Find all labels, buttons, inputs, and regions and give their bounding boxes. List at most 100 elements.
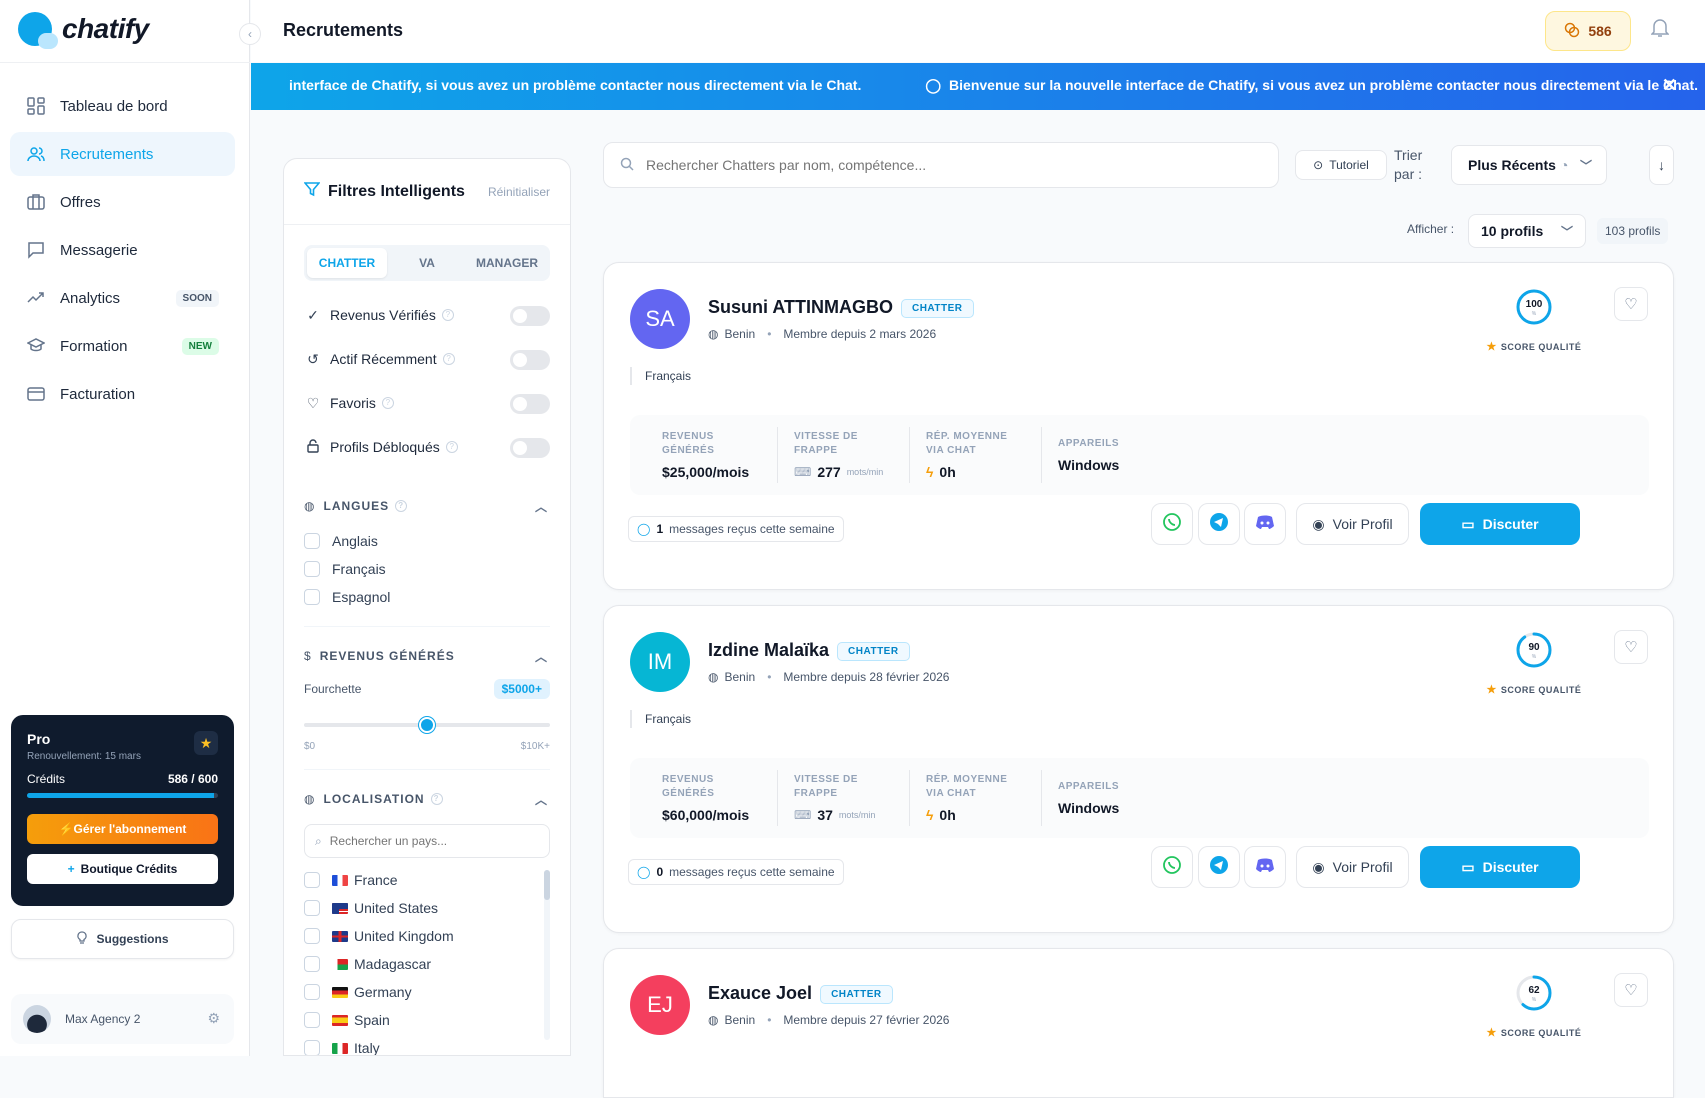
sidebar-item-messaging[interactable]: Messagerie <box>10 228 235 272</box>
heart-icon: ♡ <box>306 394 320 411</box>
heart-icon: ♡ <box>1624 982 1638 999</box>
checkbox[interactable] <box>304 956 320 972</box>
checkbox[interactable] <box>304 900 320 916</box>
chat-label: Discuter <box>1482 859 1539 875</box>
check-circle-icon: ✓ <box>307 306 319 323</box>
whatsapp-button[interactable] <box>1151 503 1193 545</box>
profile-name[interactable]: Exauce Joel <box>708 983 812 1003</box>
verified-revenue-switch[interactable] <box>510 306 550 326</box>
checkbox[interactable] <box>304 1012 320 1028</box>
language-option[interactable]: Français <box>284 555 570 583</box>
svg-text:%: % <box>1532 997 1537 1003</box>
page-size-select[interactable]: 10 profils ﹀ <box>1468 214 1586 248</box>
plan-card: Pro Renouvellement: 15 mars ★ Crédits 58… <box>11 715 234 906</box>
country-search[interactable]: ⌕ <box>304 824 550 858</box>
checkbox[interactable] <box>304 928 320 944</box>
telegram-button[interactable] <box>1198 846 1240 888</box>
filters-title: Filtres Intelligents <box>328 182 465 200</box>
country-option[interactable]: Germany <box>284 978 570 1006</box>
svg-text:%: % <box>1532 654 1537 660</box>
collapse-sidebar-button[interactable]: ‹ <box>239 23 261 45</box>
gear-icon[interactable]: ⚙ <box>207 1010 220 1027</box>
shop-label: Boutique Crédits <box>80 862 178 876</box>
sidebar-item-dashboard[interactable]: Tableau de bord <box>10 84 235 128</box>
tutorial-button[interactable]: ⊙ Tutoriel <box>1295 150 1387 180</box>
checkbox[interactable] <box>304 589 320 605</box>
discord-button[interactable] <box>1244 846 1286 888</box>
favorite-button[interactable]: ♡ <box>1614 630 1648 664</box>
telegram-button[interactable] <box>1198 503 1240 545</box>
role-tab-chatter[interactable]: CHATTER <box>307 248 387 278</box>
favorites-switch[interactable] <box>510 394 550 414</box>
location-section-header[interactable]: ◍ LOCALISATION? ︿ <box>284 778 570 820</box>
show-label: Afficher : <box>1407 222 1455 236</box>
search-input[interactable] <box>646 157 1246 173</box>
sidebar-item-analytics[interactable]: Analytics SOON <box>10 276 235 320</box>
credit-shop-button[interactable]: + Boutique Crédits <box>27 854 218 884</box>
graduation-cap-icon <box>26 336 46 356</box>
bell-icon[interactable] <box>1650 18 1670 43</box>
sort-direction-button[interactable]: ↓ <box>1649 145 1674 185</box>
profile-name[interactable]: Izdine Malaïka <box>708 640 829 660</box>
reset-filters-button[interactable]: Réinitialiser <box>488 185 550 199</box>
role-badge: CHATTER <box>820 985 893 1004</box>
sidebar-item-offers[interactable]: Offres <box>10 180 235 224</box>
view-profile-label: Voir Profil <box>1332 516 1393 532</box>
manage-subscription-button[interactable]: ⚡ Gérer l'abonnement <box>27 814 218 844</box>
credits-badge[interactable]: 586 <box>1545 11 1631 51</box>
view-profile-button[interactable]: ◉ Voir Profil <box>1296 846 1409 888</box>
sort-select[interactable]: Plus Récents ◔ ﹀ <box>1451 145 1607 185</box>
filter-icon <box>303 181 321 202</box>
stat-label: REVENUS GÉNÉRÉS <box>662 431 715 456</box>
revenue-section-header[interactable]: $ REVENUS GÉNÉRÉS ︿ <box>284 635 570 677</box>
role-tab-va[interactable]: VA <box>387 248 467 278</box>
stat-value-row: ϟ 0h <box>926 807 1025 823</box>
app-name: chatify <box>62 13 149 44</box>
close-icon[interactable]: ✕ <box>1662 75 1677 96</box>
bolt-icon: ϟ <box>926 464 934 480</box>
stat-revenue: REVENUS GÉNÉRÉS $60,000/mois <box>646 770 778 826</box>
profile-name[interactable]: Susuni ATTINMAGBO <box>708 297 893 317</box>
languages-section-header[interactable]: ◍ LANGUES? ︿ <box>284 485 570 527</box>
globe-icon: ◍ <box>708 327 719 341</box>
sidebar-item-recruitment[interactable]: Recrutements <box>10 132 235 176</box>
chat-button[interactable]: ▭ Discuter <box>1420 503 1580 545</box>
checkbox[interactable] <box>304 872 320 888</box>
country-option[interactable]: Italy <box>284 1034 570 1055</box>
country-option[interactable]: United Kingdom <box>284 922 570 950</box>
sidebar-item-training[interactable]: Formation NEW <box>10 324 235 368</box>
member-since: Membre depuis 27 février 2026 <box>783 1013 950 1027</box>
toggle-unlocked-profiles: Profils Débloqués? <box>284 425 570 469</box>
chatter-search[interactable] <box>603 142 1279 188</box>
country-search-input[interactable] <box>329 834 549 848</box>
country-list-scrollbar[interactable] <box>544 870 550 1040</box>
role-tab-manager[interactable]: MANAGER <box>467 248 547 278</box>
unlocked-profiles-switch[interactable] <box>510 438 550 458</box>
language-option[interactable]: Anglais <box>284 527 570 555</box>
revenue-slider[interactable] <box>304 717 550 733</box>
help-icon: ? <box>445 441 458 453</box>
user-profile[interactable]: Max Agency 2 ⚙ <box>11 994 234 1044</box>
globe-icon: ◍ <box>304 792 316 806</box>
suggestions-button[interactable]: Suggestions <box>11 919 234 959</box>
checkbox[interactable] <box>304 984 320 1000</box>
view-profile-button[interactable]: ◉ Voir Profil <box>1296 503 1409 545</box>
discord-button[interactable] <box>1244 503 1286 545</box>
checkbox[interactable] <box>304 533 320 549</box>
heart-icon: ♡ <box>1624 296 1638 313</box>
chat-button[interactable]: ▭ Discuter <box>1420 846 1580 888</box>
country-option[interactable]: France <box>284 866 570 894</box>
checkbox[interactable] <box>304 1040 320 1055</box>
favorite-button[interactable]: ♡ <box>1614 973 1648 1007</box>
sidebar-item-billing[interactable]: Facturation <box>10 372 235 416</box>
logo[interactable]: chatify <box>18 12 149 49</box>
language-option[interactable]: Espagnol <box>284 583 570 611</box>
country-option[interactable]: Spain <box>284 1006 570 1034</box>
country-option[interactable]: Madagascar <box>284 950 570 978</box>
checkbox[interactable] <box>304 561 320 577</box>
favorite-button[interactable]: ♡ <box>1614 287 1648 321</box>
country-option[interactable]: United States <box>284 894 570 922</box>
slider-handle[interactable] <box>419 717 435 733</box>
recently-active-switch[interactable] <box>510 350 550 370</box>
whatsapp-button[interactable] <box>1151 846 1193 888</box>
